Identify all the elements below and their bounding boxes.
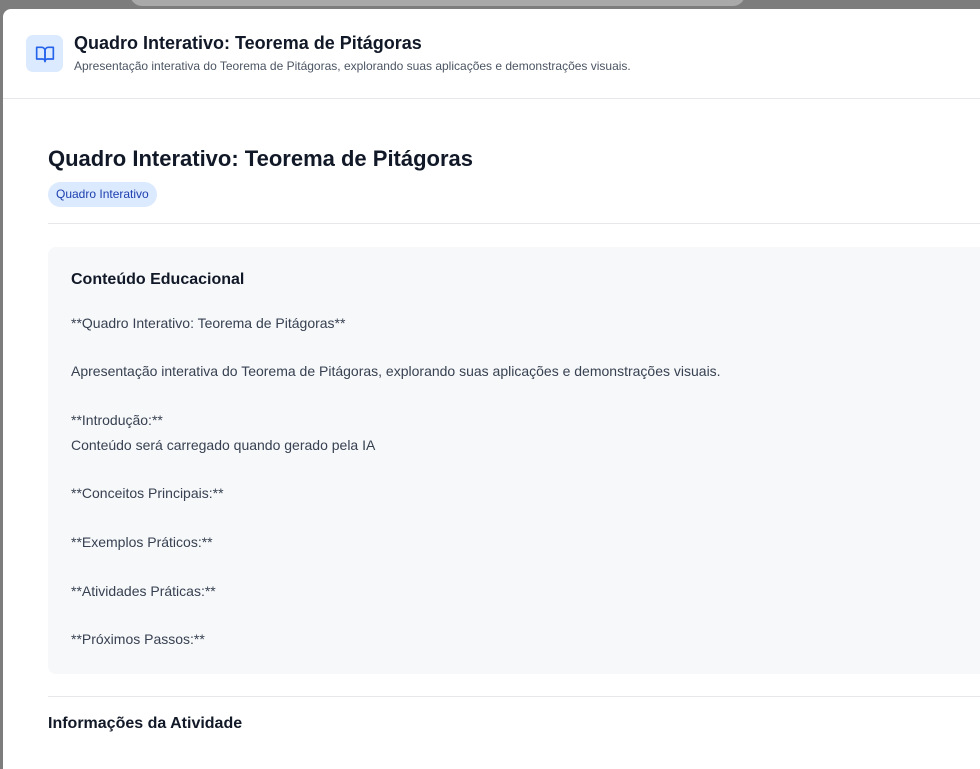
content-line-next-steps: **Próximos Passos:** — [71, 631, 205, 647]
content-line-heading: **Quadro Interativo: Teorema de Pitágora… — [71, 315, 346, 331]
background-window-edge — [130, 0, 745, 6]
content-line-practical-examples: **Exemplos Práticos:** — [71, 534, 213, 550]
educational-content-card: Conteúdo Educacional **Quadro Interativo… — [48, 247, 980, 674]
activity-modal: Quadro Interativo: Teorema de Pitágoras … — [3, 9, 980, 769]
content-card-title: Conteúdo Educacional — [71, 271, 245, 288]
open-book-icon — [26, 35, 63, 72]
content-line-introduction-label: **Introdução:** — [71, 412, 163, 428]
content-line-main-concepts: **Conceitos Principais:** — [71, 485, 224, 501]
activity-info-title: Informações da Atividade — [48, 715, 243, 732]
activity-type-badge: Quadro Interativo — [48, 182, 157, 207]
content-line-description: Apresentação interativa do Teorema de Pi… — [71, 363, 721, 379]
content-line-introduction-text: Conteúdo será carregado quando gerado pe… — [71, 437, 376, 453]
section-divider — [48, 696, 980, 697]
content-line-practical-activities: **Atividades Práticas:** — [71, 583, 216, 599]
modal-header: Quadro Interativo: Teorema de Pitágoras … — [3, 9, 980, 99]
modal-subtitle: Apresentação interativa do Teorema de Pi… — [74, 59, 631, 73]
modal-title: Quadro Interativo: Teorema de Pitágoras — [74, 33, 422, 53]
activity-title: Quadro Interativo: Teorema de Pitágoras — [48, 146, 474, 171]
section-divider — [48, 223, 980, 224]
